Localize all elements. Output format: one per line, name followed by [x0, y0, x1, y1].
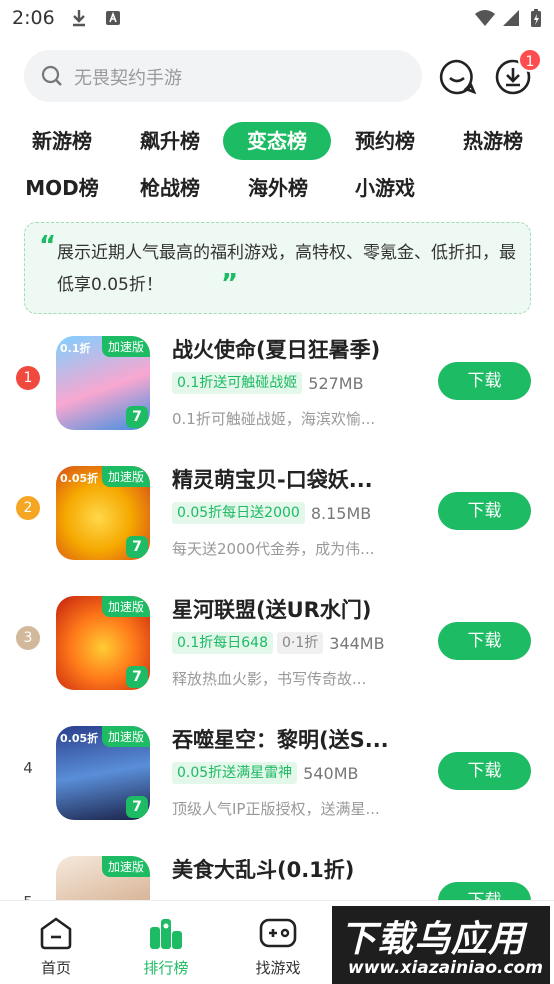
brand-icon: 7	[126, 536, 148, 558]
speed-tag: 加速版	[101, 336, 150, 357]
game-size: 344MB	[329, 633, 385, 653]
watermark-title: 下载乌应用	[340, 919, 526, 960]
game-icon: 0.05折 加速版 7	[56, 726, 150, 820]
brand-icon: 7	[126, 666, 148, 688]
game-name: 战火使命(夏日狂暑季)	[172, 338, 381, 362]
rank-number: 4	[23, 759, 33, 777]
discount-tag: 0.1折送可触碰战姬	[172, 372, 303, 394]
brand-icon: 7	[126, 796, 148, 818]
close-quote-icon: ”	[221, 269, 239, 299]
discount-tag: 0.05折每日送2000	[172, 502, 305, 524]
nav-find-games[interactable]: 找游戏	[238, 915, 318, 978]
game-tags: 0.05折送满星雷神 540MB	[172, 762, 359, 786]
tab-overseas[interactable]: 海外榜	[236, 169, 320, 207]
speed-tag: 加速版	[101, 856, 150, 877]
game-row[interactable]: 4 0.05折 加速版 7 吞噬星空：黎明(送S... 0.05折送满星雷神 54…	[0, 720, 554, 850]
game-tags: 0.1折每日648 0·1折 344MB	[172, 632, 385, 656]
discount-tag: 0.05折送满星雷神	[172, 762, 298, 784]
download-count-badge: 1	[518, 48, 542, 72]
tab-shooter[interactable]: 枪战榜	[128, 169, 212, 207]
rank-badge: 3	[16, 626, 40, 650]
status-time: 2:06	[12, 7, 55, 29]
game-tags: 0.1折送可触碰战姬 527MB	[172, 372, 364, 396]
game-row[interactable]: 3 加速版 7 星河联盟(送UR水门) 0.1折每日648 0·1折 344MB 释…	[0, 590, 554, 720]
battery-icon	[531, 9, 541, 27]
game-icon: 加速版 7	[56, 596, 150, 690]
speed-tag: 加速版	[101, 596, 150, 617]
discount-icon-text: 0.05折	[60, 732, 99, 745]
game-name: 星河联盟(送UR水门)	[172, 598, 372, 622]
speed-tag: 加速版	[101, 726, 150, 747]
open-quote-icon: “	[39, 231, 57, 261]
rank-badge: 1	[16, 366, 40, 390]
search-row: 无畏契约手游 1	[0, 48, 554, 104]
download-button[interactable]: 下载	[438, 622, 531, 660]
search-icon	[41, 65, 62, 86]
game-desc: 0.1折可触碰战姬，海滨欢愉...	[172, 410, 376, 428]
game-size: 527MB	[308, 373, 364, 393]
game-row[interactable]: 2 0.05折 加速版 7 精灵萌宝贝-口袋妖... 0.05折每日送2000 8…	[0, 460, 554, 590]
notice-text: 展示近期人气最高的福利游戏，高特权、零氪金、低折扣，最低享0.05折！	[57, 243, 516, 295]
nav-home[interactable]: 首页	[16, 915, 96, 978]
app-status-icon	[106, 11, 120, 25]
watermark-url: www.xiazainiao.com	[348, 958, 543, 978]
discount-tag: 0.1折每日648	[172, 632, 273, 654]
download-status-icon	[73, 10, 85, 27]
game-row[interactable]: 5 加速版 美食大乱斗(0.1折) 下载	[0, 850, 554, 900]
gamepad-icon	[259, 918, 297, 948]
game-icon: 0.1折 加速版 7	[56, 336, 150, 430]
home-icon	[40, 917, 72, 950]
rank-number: 5	[16, 890, 40, 900]
site-watermark: 下载乌应用 www.xiazainiao.com	[332, 906, 550, 984]
discount-icon-text: 0.1折	[60, 342, 91, 355]
download-button[interactable]: 下载	[438, 752, 531, 790]
game-size: 540MB	[303, 763, 359, 783]
wifi-icon	[475, 10, 495, 26]
nav-find-games-label: 找游戏	[255, 959, 301, 977]
tab-welfare[interactable]: 变态榜	[223, 122, 331, 160]
game-name: 美食大乱斗(0.1折)	[172, 858, 355, 882]
discount-icon-text: 0.05折	[60, 472, 99, 485]
search-placeholder: 无畏契约手游	[74, 68, 182, 89]
tab-mod[interactable]: MOD榜	[20, 169, 104, 207]
download-button[interactable]: 下载	[438, 882, 531, 900]
game-desc: 顶级人气IP正版授权，送满星...	[172, 800, 380, 818]
signal-icon	[503, 10, 519, 26]
tab-new-games[interactable]: 新游榜	[20, 122, 104, 160]
game-size: 8.15MB	[310, 503, 372, 523]
secondary-tag: 0·1折	[277, 632, 324, 654]
game-desc: 释放热血火影，书写传奇故...	[172, 670, 367, 688]
ranking-notice: “ 展示近期人气最高的福利游戏，高特权、零氪金、低折扣，最低享0.05折！ ”	[24, 222, 531, 314]
tab-reservation[interactable]: 预约榜	[343, 122, 427, 160]
game-tags: 0.05折每日送2000 8.15MB	[172, 502, 371, 526]
trophy-icon	[150, 919, 182, 949]
game-row[interactable]: 1 0.1折 加速版 7 战火使命(夏日狂暑季) 0.1折送可触碰战姬 527MB…	[0, 330, 554, 460]
game-icon: 0.05折 加速版 7	[56, 466, 150, 560]
nav-ranking-label: 排行榜	[143, 959, 189, 977]
game-name: 精灵萌宝贝-口袋妖...	[172, 468, 373, 492]
rank-badge: 2	[16, 496, 40, 520]
game-name: 吞噬星空：黎明(送S...	[172, 728, 389, 752]
game-list: 1 0.1折 加速版 7 战火使命(夏日狂暑季) 0.1折送可触碰战姬 527MB…	[0, 330, 554, 900]
tab-rising[interactable]: 飙升榜	[128, 122, 212, 160]
nav-home-label: 首页	[40, 959, 71, 977]
download-button[interactable]: 下载	[438, 492, 531, 530]
game-icon: 加速版	[56, 856, 150, 900]
game-desc: 每天送2000代金券，成为伟...	[172, 540, 375, 558]
brand-icon: 7	[126, 406, 148, 428]
message-icon[interactable]	[438, 58, 476, 96]
nav-ranking[interactable]: 排行榜	[126, 915, 206, 978]
status-bar: 2:06	[0, 0, 554, 36]
search-input[interactable]: 无畏契约手游	[24, 50, 422, 102]
tab-mini-games[interactable]: 小游戏	[343, 169, 427, 207]
tab-hot[interactable]: 热游榜	[451, 122, 535, 160]
download-button[interactable]: 下载	[438, 362, 531, 400]
speed-tag: 加速版	[101, 466, 150, 487]
